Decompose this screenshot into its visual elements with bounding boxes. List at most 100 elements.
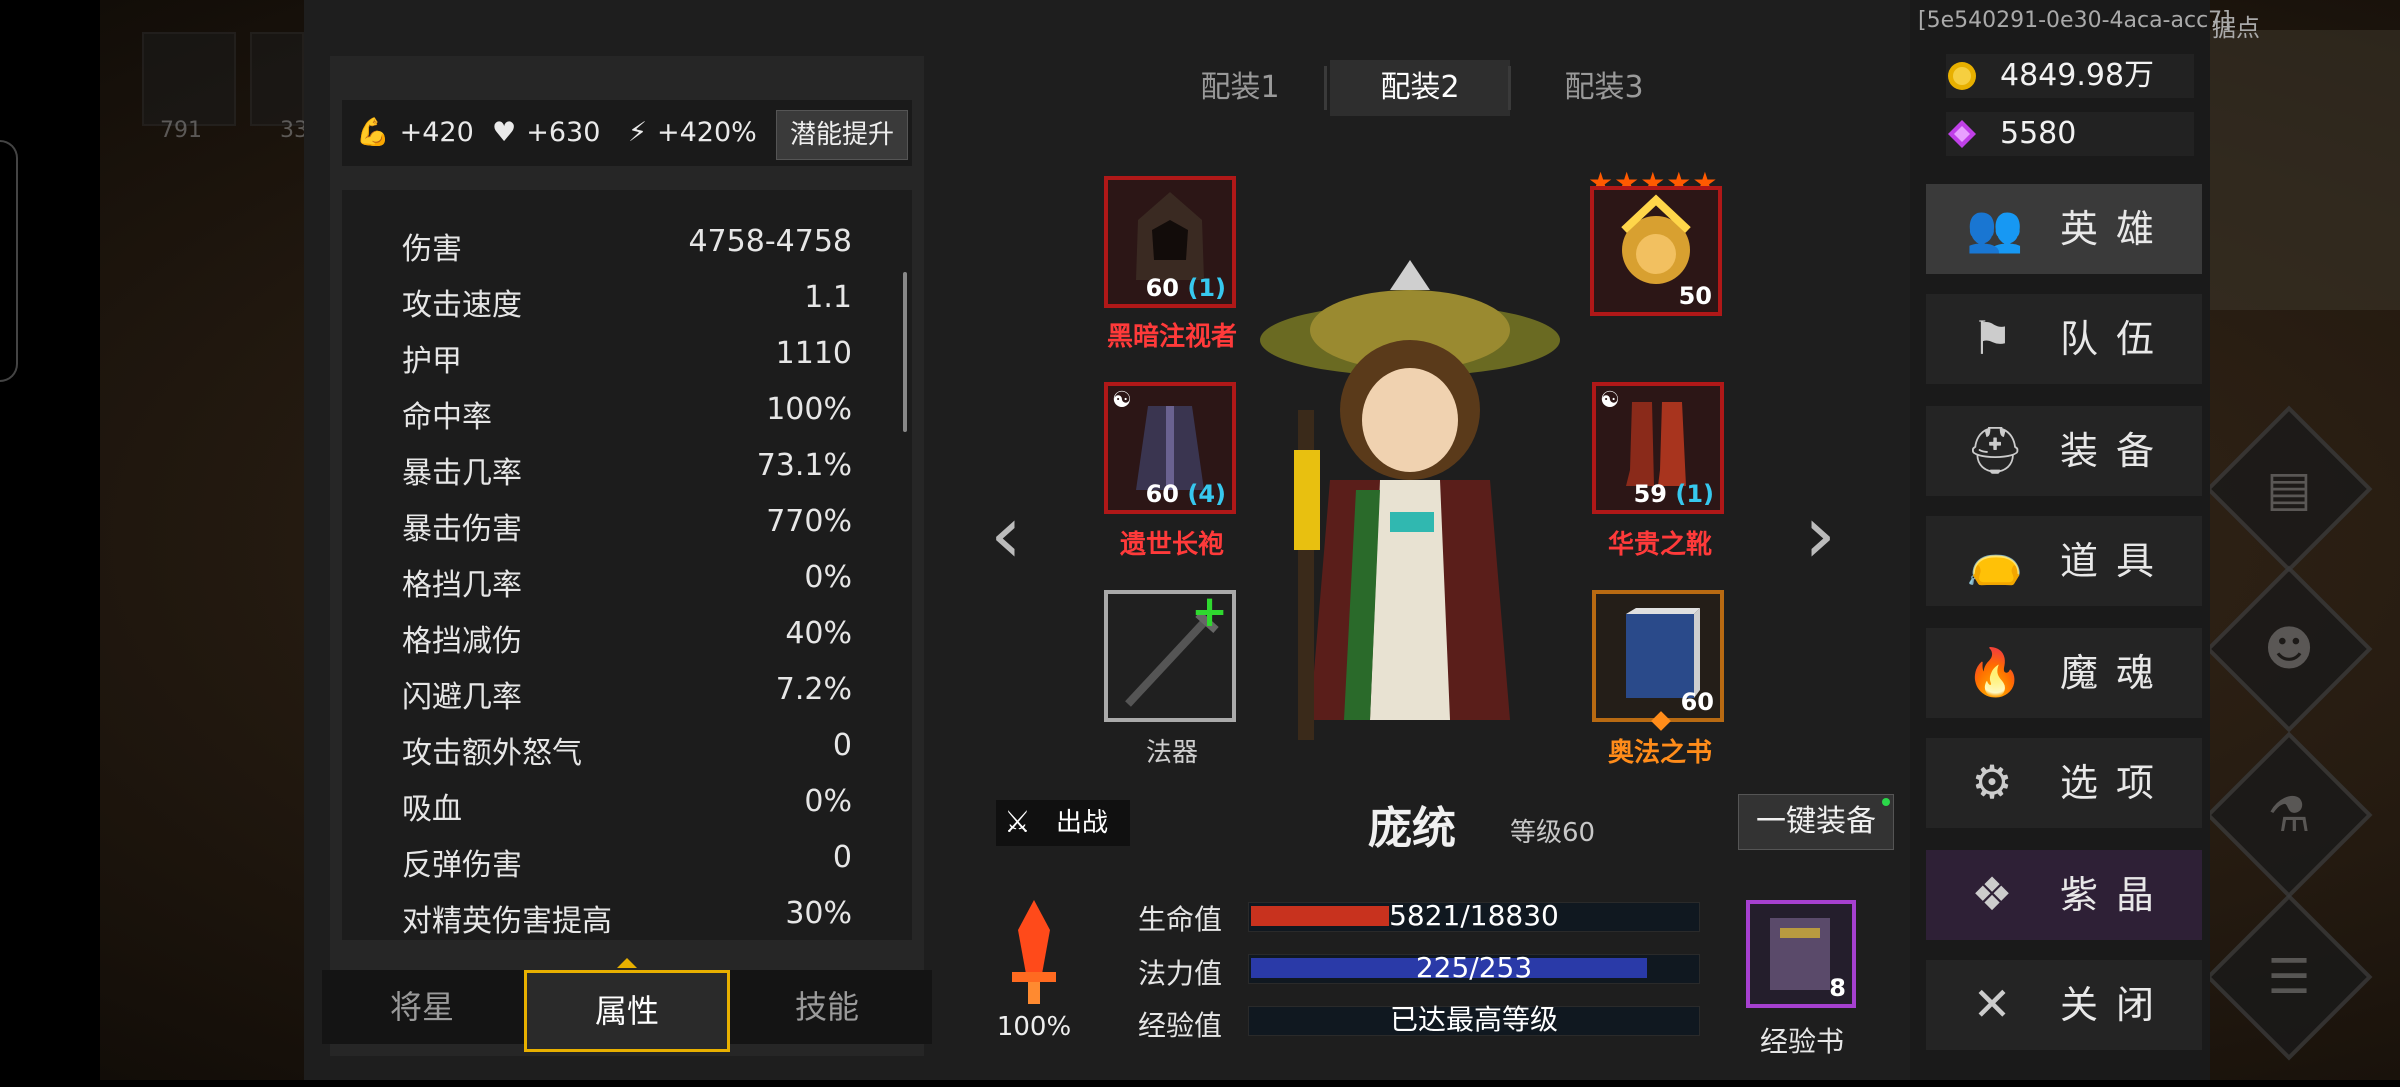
stat-row: 暴击伤害 770% <box>402 504 852 560</box>
stat-name: 护甲 <box>402 344 462 379</box>
menu-team[interactable]: ⚑ 队伍 <box>1926 294 2202 384</box>
menu-label: 魔魂 <box>2060 651 2173 695</box>
stats-scrollbar[interactable] <box>903 272 907 432</box>
stat-value: 4758-4758 <box>688 224 852 259</box>
stat-name: 攻击额外怒气 <box>402 736 582 771</box>
gear-icon: ⚙ <box>1971 755 2013 809</box>
menu-label: 关闭 <box>2060 983 2173 1027</box>
exp-label: 经验值 <box>1138 1009 1223 1042</box>
item-level: 60 (1) <box>1145 274 1226 302</box>
hero-icon: 👥 <box>1966 201 2024 255</box>
armor-slot[interactable]: ☯ 60 (4) <box>1104 382 1236 514</box>
gem-display: 5580 <box>1946 112 2194 156</box>
stat-row: 格挡减伤 40% <box>402 616 852 672</box>
menu-close[interactable]: ✕ 关闭 <box>1926 960 2202 1050</box>
menu-hero[interactable]: 👥 英雄 <box>1926 184 2202 274</box>
health-value: +630 <box>526 117 601 148</box>
weapon-slot[interactable]: + <box>1104 590 1236 722</box>
flame-icon: 🔥 <box>1966 645 2024 699</box>
book-slot[interactable]: 60 <box>1592 590 1724 722</box>
stat-row: 吸血 0% <box>402 784 852 840</box>
stat-value: 100% <box>766 392 852 427</box>
stat-value: 73.1% <box>756 448 852 483</box>
next-hero-arrow[interactable]: › <box>1804 488 1836 581</box>
exp-bar: 已达最高等级 <box>1248 1003 1700 1036</box>
stat-name: 吸血 <box>402 792 462 827</box>
auto-equip-button[interactable]: 一键装备 <box>1738 794 1894 850</box>
book-name: 奥法之书 <box>1607 738 1712 768</box>
weapon-name: 法器 <box>1145 738 1198 768</box>
stat-value: 0% <box>804 560 852 595</box>
background-item-slot <box>142 32 236 126</box>
item-level: 60 <box>1680 688 1714 716</box>
menu-items[interactable]: 👝 道具 <box>1926 516 2202 606</box>
hp-bar: 5821/18830 <box>1248 899 1700 932</box>
previous-hero-arrow[interactable]: ‹ <box>990 488 1022 581</box>
tab-attributes[interactable]: 属性 <box>524 970 730 1052</box>
stat-name: 对精英伤害提高 <box>402 904 612 939</box>
hp-text: 5821/18830 <box>1389 899 1559 932</box>
menu-soul[interactable]: 🔥 魔魂 <box>1926 628 2202 718</box>
bag-icon: 👝 <box>1966 533 2024 587</box>
tab-divider <box>1324 66 1327 110</box>
stat-row: 攻击额外怒气 0 <box>402 728 852 784</box>
stat-row: 攻击速度 1.1 <box>402 280 852 336</box>
crystal-icon: ❖ <box>1971 867 2013 921</box>
item-level: 59 (1) <box>1633 480 1714 508</box>
stat-value: 40% <box>785 616 852 651</box>
stat-row: 伤害 4758-4758 <box>402 224 852 280</box>
stats-list[interactable]: 伤害 4758-4758 攻击速度 1.1 护甲 1110 命中率 100% 暴击几率 7… <box>342 190 912 940</box>
lightning-icon: ⚡ <box>628 117 647 148</box>
stat-value: 0 <box>832 728 852 763</box>
health-stat: ♥ +630 <box>492 100 600 166</box>
crossed-swords-icon: ⚔ <box>1004 805 1031 840</box>
stat-name: 攻击速度 <box>402 288 522 323</box>
boots-name: 华贵之靴 <box>1607 530 1712 560</box>
tab-loadout-3[interactable]: 配装3 <box>1514 60 1694 116</box>
hero-level: 等级60 <box>1510 818 1596 848</box>
stat-value: 1.1 <box>804 280 852 315</box>
item-level: 60 (4) <box>1145 480 1226 508</box>
tab-loadout-1[interactable]: 配装1 <box>1150 60 1330 116</box>
stat-name: 反弹伤害 <box>402 848 522 883</box>
stat-name: 格挡几率 <box>402 568 522 603</box>
session-id: [5e540291-0e30-4aca-acc7] <box>1918 8 2231 33</box>
hp-label: 生命值 <box>1138 903 1223 936</box>
stat-row: 护甲 1110 <box>402 336 852 392</box>
stat-row: 对精英伤害提高 30% <box>402 896 852 940</box>
menu-options[interactable]: ⚙ 选项 <box>1926 738 2202 828</box>
deploy-toggle[interactable]: ⚔ 出战 <box>996 800 1130 846</box>
tab-skills[interactable]: 技能 <box>727 970 927 1044</box>
energy-value: +420% <box>656 117 757 148</box>
tab-loadout-2[interactable]: 配装2 <box>1330 60 1510 116</box>
strength-stat: 💪 +420 <box>356 100 474 166</box>
heart-icon: ♥ <box>492 117 517 148</box>
companion-level: 50 <box>1678 282 1712 310</box>
loadout-tabs: 配装1 配装2 配装3 <box>1150 60 1710 116</box>
menu-equipment[interactable]: ⛑ 装备 <box>1926 406 2202 496</box>
phone-edge <box>0 140 18 382</box>
sword-rage-icon <box>1012 900 1056 1004</box>
tab-stars[interactable]: 将星 <box>322 970 522 1044</box>
hero-name: 庞统 <box>1368 803 1456 854</box>
companion-slot[interactable]: 50 <box>1590 186 1722 316</box>
mp-text: 225/253 <box>1415 951 1533 984</box>
exp-book-label: 经验书 <box>1759 1025 1844 1058</box>
menu-label: 英雄 <box>2060 207 2173 251</box>
helmet-slot[interactable]: 60 (1) <box>1104 176 1236 308</box>
menu-amethyst[interactable]: ❖ 紫晶 <box>1926 850 2202 940</box>
close-icon: ✕ <box>1972 977 2012 1031</box>
amethyst-icon <box>1948 120 1976 148</box>
potential-upgrade-button[interactable]: 潜能提升 <box>776 110 908 160</box>
stat-value: 1110 <box>775 336 852 371</box>
stat-name: 暴击几率 <box>402 456 522 491</box>
boots-slot[interactable]: ☯ 59 (1) <box>1592 382 1724 514</box>
stat-value: 0 <box>832 840 852 875</box>
active-tab-marker <box>617 958 637 968</box>
exp-book-slot[interactable]: 8 <box>1746 900 1856 1008</box>
menu-label: 道具 <box>2060 539 2173 583</box>
stat-name: 暴击伤害 <box>402 512 522 547</box>
stat-row: 闪避几率 7.2% <box>402 672 852 728</box>
stat-value: 0% <box>804 784 852 819</box>
background-count: 791 <box>160 118 202 143</box>
